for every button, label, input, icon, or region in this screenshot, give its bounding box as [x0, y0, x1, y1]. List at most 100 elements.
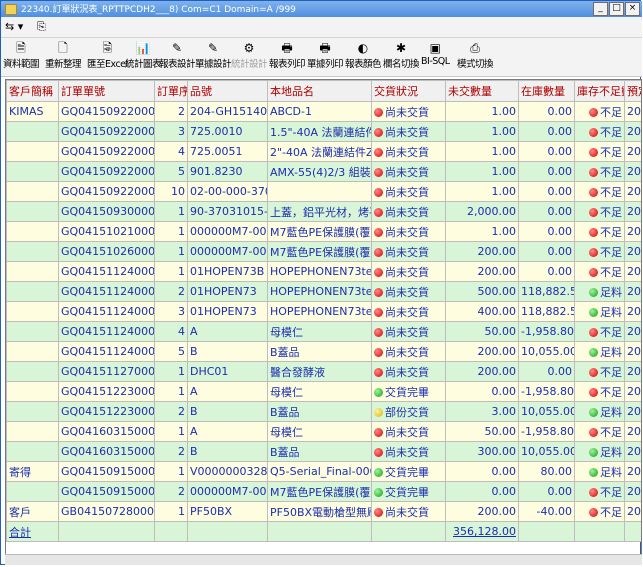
column-header[interactable]: 訂單序 [154, 80, 188, 102]
order-seq-cell[interactable]: 1 [154, 501, 188, 522]
customer-cell[interactable] [6, 421, 59, 442]
column-header[interactable]: 在庫數量 [518, 80, 575, 102]
item-name-cell[interactable]: HOPEPHONEN73test, [267, 301, 372, 322]
column-header[interactable]: 交貨狀況 [371, 80, 446, 102]
stock-qty-cell[interactable]: 0.00 [518, 121, 575, 142]
delivery-status-cell[interactable]: 尚未交貨 [371, 441, 446, 462]
undelivered-qty-cell[interactable]: 0.00 [445, 461, 519, 482]
undelivered-qty-cell[interactable]: 400.00 [445, 301, 519, 322]
shortage-cell[interactable]: 不足 [574, 421, 625, 442]
item-number-cell[interactable]: 01HOPEN73 [187, 281, 268, 302]
order-seq-cell[interactable]: 2 [154, 481, 188, 502]
undelivered-qty-cell[interactable]: 300.00 [445, 441, 519, 462]
table-row[interactable]: GQ041511240001 3 01HOPEN73 HOPEPHONEN73test… [6, 301, 641, 322]
order-number-cell[interactable]: GQ041510260001 [58, 241, 155, 262]
stock-qty-cell[interactable]: 118,882.50 [518, 301, 575, 322]
shortage-cell[interactable]: 不足 [574, 321, 625, 342]
copy-icon[interactable]: ⎘ [37, 20, 46, 34]
item-name-cell[interactable]: AMX-55(4)2/3 組裝螺絲 [267, 161, 372, 182]
field-switch-button[interactable]: ✱ 欄名切換 [383, 40, 420, 74]
order-seq-cell[interactable]: 1 [154, 261, 188, 282]
order-seq-cell[interactable]: 2 [154, 441, 188, 462]
column-header[interactable]: 庫存不足數 [574, 80, 625, 102]
shortage-cell[interactable]: 不足 [574, 141, 625, 162]
order-number-cell[interactable]: GQ041603150001 [58, 441, 155, 462]
customer-cell[interactable] [6, 261, 59, 282]
delivery-status-cell[interactable]: 交貨完畢 [371, 461, 446, 482]
shortage-cell[interactable]: 不足 [574, 381, 625, 402]
item-name-cell[interactable]: Q5-Serial_Final-00000 [267, 461, 372, 482]
delivery-status-cell[interactable]: 尚未交貨 [371, 361, 446, 382]
delivery-status-cell[interactable]: 交貨完畢 [371, 381, 446, 402]
customer-cell[interactable] [6, 441, 59, 462]
order-number-cell[interactable]: GQ041511240001 [58, 341, 155, 362]
shortage-cell[interactable]: 不足 [574, 481, 625, 502]
table-row[interactable]: KIMAS GQ041509220002 2 204-GH1514000ABCD-1 尚… [6, 101, 641, 122]
data-range-button[interactable]: 🗎 資料範圍 [3, 40, 40, 74]
delivery-status-cell[interactable]: 尚未交貨 [371, 221, 446, 242]
undelivered-qty-cell[interactable]: 1.00 [445, 101, 519, 122]
item-number-cell[interactable]: A [187, 381, 268, 402]
delivery-status-cell[interactable]: 尚未交貨 [371, 241, 446, 262]
sheet-print-button[interactable]: 🖶 單據列印 [307, 40, 344, 74]
undelivered-qty-cell[interactable]: 3.00 [445, 401, 519, 422]
delivery-status-cell[interactable]: 尚未交貨 [371, 341, 446, 362]
navigate-dropdown-icon[interactable]: ⇆ ▾ [5, 20, 23, 33]
item-name-cell[interactable] [267, 181, 372, 202]
ship-date-cell[interactable]: 2015/11 [624, 341, 641, 362]
column-header[interactable]: 未交數量 [445, 80, 519, 102]
shortage-cell[interactable]: 不足 [574, 361, 625, 382]
delivery-status-cell[interactable]: 尚未交貨 [371, 321, 446, 342]
report-design-button[interactable]: ✎ 報表設計 [159, 40, 196, 74]
shortage-cell[interactable]: 足料 [574, 461, 625, 482]
table-row[interactable]: GQ041511240001 5 B B蓋品 尚未交貨 200.00 10,055.00 足料… [6, 341, 641, 362]
shortage-cell[interactable]: 足料 [574, 341, 625, 362]
order-number-cell[interactable]: GQ041509220002 [58, 101, 155, 122]
customer-cell[interactable] [6, 301, 59, 322]
delivery-status-cell[interactable]: 部份交貨 [371, 401, 446, 422]
stock-qty-cell[interactable]: 0.00 [518, 261, 575, 282]
shortage-cell[interactable]: 不足 [574, 101, 625, 122]
order-seq-cell[interactable]: 2 [154, 401, 188, 422]
item-name-cell[interactable]: 醫合發酵液 [267, 361, 372, 382]
customer-cell[interactable]: 寄得 [6, 461, 59, 482]
delivery-status-cell[interactable]: 尚未交貨 [371, 501, 446, 522]
table-row[interactable]: GQ041509220002 4 725.0051 2"-40A 法蘭連結件Z(F 尚未… [6, 141, 641, 162]
item-number-cell[interactable]: A [187, 421, 268, 442]
minimize-button[interactable]: _ [593, 2, 608, 16]
order-number-cell[interactable]: GQ041509220002 [58, 121, 155, 142]
customer-cell[interactable] [6, 481, 59, 502]
customer-cell[interactable] [6, 201, 59, 222]
ship-date-cell[interactable]: 2015/11 [624, 281, 641, 302]
undelivered-qty-cell[interactable]: 200.00 [445, 341, 519, 362]
undelivered-qty-cell[interactable]: 200.00 [445, 501, 519, 522]
ship-date-cell[interactable]: 2015/11 [624, 301, 641, 322]
customer-cell[interactable] [6, 361, 59, 382]
stock-qty-cell[interactable]: 0.00 [518, 221, 575, 242]
item-name-cell[interactable]: 1.5"-40A 法蘭連結件(F [267, 121, 372, 142]
order-seq-cell[interactable]: 1 [154, 421, 188, 442]
order-number-cell[interactable]: GQ041509150004 [58, 481, 155, 502]
stock-qty-cell[interactable]: 0.00 [518, 181, 575, 202]
undelivered-qty-cell[interactable]: 1.00 [445, 141, 519, 162]
stock-qty-cell[interactable]: 10,055.00 [518, 401, 575, 422]
ship-date-cell[interactable]: 2015/12 [624, 381, 641, 402]
shortage-cell[interactable]: 不足 [574, 161, 625, 182]
undelivered-qty-cell[interactable]: 1.00 [445, 121, 519, 142]
table-row[interactable]: GQ041511270001 1 DHC01 醫合發酵液 尚未交貨 200.00 0.00 不… [6, 361, 641, 382]
item-number-cell[interactable]: 01HOPEN73 [187, 301, 268, 322]
delivery-status-cell[interactable]: 尚未交貨 [371, 121, 446, 142]
undelivered-qty-cell[interactable]: 50.00 [445, 421, 519, 442]
customer-cell[interactable] [6, 181, 59, 202]
stock-qty-cell[interactable]: -1,958.80 [518, 421, 575, 442]
table-row[interactable]: GQ041511240001 4 A 母模仁 尚未交貨 50.00 -1,958.80 不足 2… [6, 321, 641, 342]
item-number-cell[interactable]: DHC01 [187, 361, 268, 382]
ship-date-cell[interactable]: 2016/1/ [624, 481, 641, 502]
item-number-cell[interactable]: A [187, 321, 268, 342]
shortage-cell[interactable]: 不足 [574, 261, 625, 282]
item-number-cell[interactable]: 725.0051 [187, 141, 268, 162]
order-number-cell[interactable]: GQ041509220002 [58, 181, 155, 202]
shortage-cell[interactable]: 不足 [574, 501, 625, 522]
undelivered-qty-cell[interactable]: 50.00 [445, 321, 519, 342]
report-grid[interactable]: 客戶簡稱訂單單號訂單序品號本地品名交貨狀況未交數量在庫數量庫存不足數預定出貨 K… [5, 79, 642, 563]
